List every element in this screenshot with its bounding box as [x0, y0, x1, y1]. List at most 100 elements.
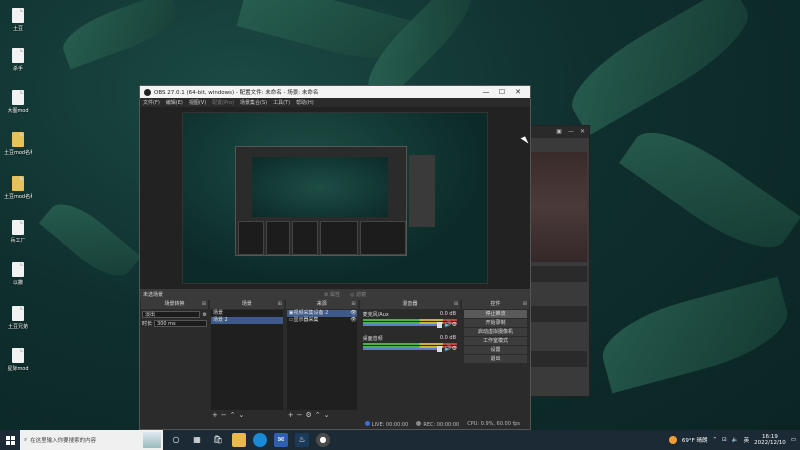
nested-secondary-window: [409, 155, 435, 227]
taskbar-search[interactable]: ⌕ 在这里输入你要搜索的内容: [20, 430, 163, 450]
filters-button[interactable]: ◎ 滤镜: [350, 291, 366, 298]
controls-dock: 控件 ⊞ 停止推流 开始录制 启动虚拟摄像机 工作室模式 设置 退出: [462, 300, 529, 420]
nested-obs-window: [235, 146, 407, 256]
desktop-icon[interactable]: 星际mod: [4, 348, 32, 372]
exit-button[interactable]: 退出: [464, 355, 527, 363]
search-placeholder: 在这里输入你要搜索的内容: [30, 438, 97, 444]
start-button[interactable]: [0, 430, 20, 450]
secondary-window-row[interactable]: [531, 351, 587, 367]
wallpaper-leaf: [619, 113, 800, 267]
desktop-icon[interactable]: 土豆兄弟: [4, 306, 32, 330]
desktop-icon[interactable]: 土豆: [4, 8, 32, 32]
secondary-window-row[interactable]: [531, 266, 587, 282]
settings-button[interactable]: 设置: [464, 346, 527, 354]
duration-label: 时长: [142, 321, 153, 327]
desktop-icon[interactable]: 以撒: [4, 262, 32, 286]
scene-item[interactable]: 场景 2: [210, 317, 283, 324]
system-tray: 69°F 晴朗 ⌃ ⊡ 🔈 英 16:19 2022/12/10 ▭: [668, 434, 800, 446]
transition-select[interactable]: 淡出: [142, 311, 201, 318]
gear-icon[interactable]: ⚙: [202, 312, 206, 318]
scenes-dock-title: 场景 ⊞: [209, 300, 284, 309]
desktop-icon[interactable]: 土豆mod名称数值改: [4, 176, 32, 200]
mail-icon[interactable]: ✉: [274, 433, 288, 447]
taskbar: ⌕ 在这里输入你要搜索的内容 ○ ▦ 🛍 ✉ ♨ ● 69°F 晴朗 ⌃ ⊡ 🔈…: [0, 430, 800, 450]
stop-streaming-button[interactable]: 停止推流: [464, 310, 527, 318]
mute-icon[interactable]: 🔊⚙: [444, 321, 457, 328]
desktop-icon[interactable]: 土豆mod名称数值: [4, 132, 32, 156]
weather-icon[interactable]: [668, 436, 677, 444]
sources-dock: 来源 ⊞ ▣ 视频采集设备 2 👁 ▭ 显示器采集 👁 +−⚙⌃⌄: [285, 300, 358, 420]
search-icon: ⌕: [24, 436, 28, 443]
mixer-dock-title: 混音器 ⊞: [359, 300, 461, 309]
window-title: OBS 27.0.1 (64-bit, windows) - 配置文件: 未命名…: [154, 90, 319, 96]
menu-tools[interactable]: 工具(T): [273, 99, 290, 106]
obs-taskbar-icon[interactable]: ●: [316, 433, 330, 447]
obs-logo-icon: [144, 88, 151, 96]
widgets-icon[interactable]: ▦: [190, 433, 204, 447]
studio-mode-button[interactable]: 工作室模式: [464, 337, 527, 345]
duration-input[interactable]: 300 ms: [154, 320, 207, 327]
chevron-up-icon[interactable]: ⌃: [713, 437, 718, 443]
properties-button[interactable]: ⚙ 属性: [324, 291, 340, 298]
task-view-icon[interactable]: ○: [169, 433, 183, 447]
menu-scene-collection[interactable]: 场景集合(S): [240, 99, 267, 106]
menu-help[interactable]: 帮助(H): [296, 99, 314, 106]
mute-icon[interactable]: 🔊⚙: [444, 345, 457, 352]
secondary-window-titlebar[interactable]: ▣ — ✕: [529, 126, 589, 138]
desktop-icon[interactable]: 大图mod: [4, 90, 32, 114]
desktop-icon[interactable]: 兵工厂: [4, 220, 32, 244]
source-item[interactable]: ▣ 视频采集设备 2 👁: [286, 310, 357, 317]
weather-text[interactable]: 69°F 晴朗: [682, 436, 708, 444]
scenes-dock: 场景 ⊞ 场景 场景 2 +−⌃⌄: [209, 300, 284, 420]
secondary-window[interactable]: ▣ — ✕: [528, 125, 590, 397]
notification-icon[interactable]: ▭: [791, 437, 796, 443]
transition-dock-title: 场景转换 ⊞: [141, 300, 208, 309]
wallpaper-leaf: [38, 192, 142, 288]
volume-icon[interactable]: 🔈: [732, 437, 739, 443]
volume-slider[interactable]: [362, 322, 443, 328]
rec-status: REC: 00:00:00: [416, 420, 459, 428]
desktop-icon[interactable]: 杀手: [4, 48, 32, 72]
edge-icon[interactable]: [253, 433, 267, 447]
mixer-channel: 麦克风/Aux 0.0 dB 🔊⚙: [362, 311, 458, 328]
windows-logo-icon: [5, 435, 15, 445]
close-button[interactable]: ✕: [510, 88, 526, 96]
menu-bar: 文件(F) 编辑(E) 视图(V) 配置(Pro) 场景集合(S) 工具(T) …: [140, 98, 530, 107]
menu-edit[interactable]: 编辑(E): [166, 99, 183, 106]
mixer-dock: 混音器 ⊞ 麦克风/Aux 0.0 dB 🔊⚙ 桌面音频 0.0 dB 🔊⚙: [359, 300, 461, 420]
clock[interactable]: 16:19 2022/12/10: [754, 434, 786, 446]
maximize-button[interactable]: ☐: [494, 88, 510, 96]
source-item[interactable]: ▭ 显示器采集 👁: [287, 317, 357, 324]
obs-titlebar[interactable]: OBS 27.0.1 (64-bit, windows) - 配置文件: 未命名…: [140, 86, 530, 98]
scene-bar: 未选场景 ⚙ 属性 ◎ 滤镜: [140, 289, 530, 300]
live-status: LIVE: 00:00:00: [364, 420, 408, 428]
network-icon[interactable]: ⊡: [722, 437, 727, 443]
wallpaper-leaf: [558, 0, 762, 136]
menu-view[interactable]: 视图(V): [189, 99, 206, 106]
scene-controls[interactable]: +−⌃⌄: [212, 411, 247, 419]
search-highlight-image: [143, 432, 161, 448]
visibility-icon[interactable]: 👁: [350, 317, 356, 324]
start-recording-button[interactable]: 开始录制: [464, 319, 527, 327]
menu-profile[interactable]: 配置(Pro): [212, 99, 234, 106]
secondary-window-artwork: [531, 152, 587, 262]
file-explorer-icon[interactable]: [232, 433, 246, 447]
wallpaper-leaf: [56, 0, 184, 70]
steam-icon[interactable]: ♨: [295, 433, 309, 447]
preview-canvas[interactable]: [182, 112, 488, 284]
preview-area: [140, 107, 530, 289]
minimize-button[interactable]: —: [478, 88, 494, 96]
sources-dock-title: 来源 ⊞: [285, 300, 358, 309]
ime-indicator[interactable]: 英: [744, 436, 750, 444]
visibility-icon[interactable]: 👁: [350, 310, 356, 317]
volume-slider[interactable]: [362, 346, 443, 352]
mixer-channel: 桌面音频 0.0 dB 🔊⚙: [362, 335, 458, 352]
cpu-status: CPU: 0.9%, 60.00 fps: [467, 421, 520, 427]
store-icon[interactable]: 🛍: [211, 433, 225, 447]
obs-window[interactable]: OBS 27.0.1 (64-bit, windows) - 配置文件: 未命名…: [139, 85, 531, 430]
secondary-window-row[interactable]: [531, 306, 587, 322]
menu-file[interactable]: 文件(F): [143, 99, 160, 106]
scene-item[interactable]: 场景: [211, 310, 283, 317]
source-controls[interactable]: +−⚙⌃⌄: [288, 411, 333, 419]
virtual-camera-button[interactable]: 启动虚拟摄像机: [464, 328, 527, 336]
